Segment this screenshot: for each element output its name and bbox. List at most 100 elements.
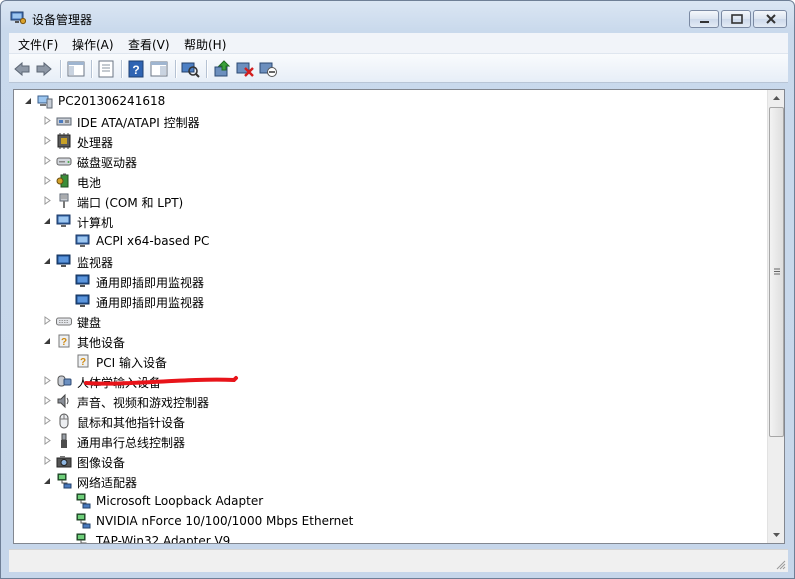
disable-device-button[interactable]: [258, 59, 278, 79]
tree-node[interactable]: 通用串行总线控制器: [14, 431, 764, 451]
collapse-triangle-icon[interactable]: [43, 336, 52, 345]
close-button[interactable]: [753, 10, 787, 28]
resize-grip-icon[interactable]: [776, 560, 786, 570]
tree-node[interactable]: 端口 (COM 和 LPT): [14, 191, 764, 211]
battery-icon: [56, 173, 69, 188]
expand-triangle-icon[interactable]: [43, 416, 52, 425]
forward-icon: [36, 61, 52, 77]
tree-node-label: 其他设备: [77, 336, 126, 350]
tree-node[interactable]: ? 其他设备: [14, 331, 764, 351]
properties-icon: [98, 60, 114, 78]
expand-triangle-icon[interactable]: [43, 436, 52, 445]
device-tree[interactable]: PC201306241618 IDE ATA/ATAPI 控制器 处理器磁盘驱动器电…: [13, 89, 785, 544]
expand-triangle-icon[interactable]: [43, 136, 52, 145]
tree-node[interactable]: IDE ATA/ATAPI 控制器: [14, 111, 764, 131]
tree-node[interactable]: 计算机: [14, 211, 764, 231]
tree-node-label: 鼠标和其他指针设备: [77, 416, 186, 430]
svg-text:?: ?: [61, 337, 67, 348]
status-bar: [9, 549, 788, 572]
title-bar[interactable]: 设备管理器: [1, 1, 794, 33]
properties-button[interactable]: [96, 59, 116, 79]
tree-node[interactable]: 通用即插即用监视器: [14, 291, 764, 311]
scan-hardware-button[interactable]: [180, 59, 200, 79]
ide-controller-icon: [56, 117, 72, 126]
device-manager-window: 设备管理器 文件(F) 操作(A) 查看(V) 帮助(H) ? PC201306…: [0, 0, 795, 579]
unknown-device-icon: ?: [77, 354, 89, 368]
network-icon: [76, 493, 91, 509]
maximize-button[interactable]: [721, 10, 751, 28]
port-icon: [59, 193, 69, 208]
menu-help[interactable]: 帮助(H): [184, 36, 226, 53]
scroll-up-icon[interactable]: [768, 90, 785, 107]
expand-triangle-icon[interactable]: [43, 316, 52, 325]
tree-node[interactable]: 声音、视频和游戏控制器: [14, 391, 764, 411]
sound-icon: [57, 393, 69, 409]
menu-bar: 文件(F) 操作(A) 查看(V) 帮助(H): [9, 33, 788, 53]
tree-node[interactable]: 电池: [14, 171, 764, 191]
tree-node-label: 磁盘驱动器: [77, 156, 138, 170]
tree-node[interactable]: Microsoft Loopback Adapter: [14, 491, 764, 511]
tree-node-label: 处理器: [77, 136, 114, 150]
minimize-button[interactable]: [689, 10, 719, 28]
tree-node-label: PC201306241618: [58, 94, 166, 108]
uninstall-button[interactable]: [235, 59, 255, 79]
scroll-thumb[interactable]: [769, 107, 784, 437]
tree-node[interactable]: ? PCI 输入设备: [14, 351, 764, 371]
show-hide-console-tree-icon: [67, 61, 85, 77]
expand-triangle-icon[interactable]: [43, 156, 52, 165]
menu-file[interactable]: 文件(F): [18, 36, 58, 53]
tree-node[interactable]: PC201306241618: [14, 91, 764, 111]
back-button[interactable]: [12, 59, 32, 79]
tree-node-label: NVIDIA nForce 10/100/1000 Mbps Ethernet: [96, 514, 354, 528]
collapse-triangle-icon[interactable]: [43, 256, 52, 265]
expand-triangle-icon[interactable]: [43, 176, 52, 185]
collapse-triangle-icon[interactable]: [24, 96, 33, 105]
tree-node[interactable]: TAP-Win32 Adapter V9: [14, 531, 764, 543]
tree-node[interactable]: 鼠标和其他指针设备: [14, 411, 764, 431]
tree-node[interactable]: 监视器: [14, 251, 764, 271]
tree-node-label: 监视器: [77, 256, 114, 270]
action-pane-icon: [150, 61, 168, 77]
tree-node[interactable]: NVIDIA nForce 10/100/1000 Mbps Ethernet: [14, 511, 764, 531]
camera-icon: [56, 456, 72, 468]
network-icon: [76, 533, 87, 543]
network-icon: [57, 473, 72, 489]
menu-action[interactable]: 操作(A): [72, 36, 114, 53]
menu-view[interactable]: 查看(V): [128, 36, 170, 53]
tree-node[interactable]: ACPI x64-based PC: [14, 231, 764, 251]
update-driver-button[interactable]: [212, 59, 232, 79]
expand-triangle-icon[interactable]: [43, 196, 52, 205]
expand-triangle-icon[interactable]: [43, 376, 52, 385]
tree-node-label: 计算机: [77, 216, 114, 230]
collapse-triangle-icon[interactable]: [43, 476, 52, 485]
tree-node[interactable]: 网络适配器: [14, 471, 764, 491]
forward-button[interactable]: [34, 59, 54, 79]
tree-node[interactable]: 处理器: [14, 131, 764, 151]
mouse-icon: [59, 413, 69, 429]
tree-node[interactable]: 通用即插即用监视器: [14, 271, 764, 291]
vertical-scrollbar[interactable]: [767, 90, 784, 543]
action-pane-button[interactable]: [149, 59, 169, 79]
back-icon: [14, 61, 30, 77]
scroll-down-icon[interactable]: [768, 526, 785, 543]
red-annotation-underline: [84, 376, 238, 386]
collapse-triangle-icon[interactable]: [43, 216, 52, 225]
tree-node[interactable]: 磁盘驱动器: [14, 151, 764, 171]
hid-icon: [57, 375, 72, 387]
close-icon: [766, 14, 776, 24]
uninstall-icon: [236, 62, 254, 77]
tree-node-label: IDE ATA/ATAPI 控制器: [77, 116, 200, 130]
expand-triangle-icon[interactable]: [43, 456, 52, 465]
tree-node-label: 网络适配器: [77, 476, 138, 490]
toolbar: ?: [9, 53, 788, 83]
expand-triangle-icon[interactable]: [43, 396, 52, 405]
computer-icon: [75, 234, 90, 247]
monitor-icon: [75, 294, 90, 307]
expand-triangle-icon[interactable]: [43, 116, 52, 125]
help-button[interactable]: ?: [126, 59, 146, 79]
console-tree-button[interactable]: [66, 59, 86, 79]
tree-node[interactable]: 图像设备: [14, 451, 764, 471]
unknown-device-icon: ?: [58, 334, 70, 348]
device-manager-icon: [10, 11, 26, 25]
tree-node[interactable]: 键盘: [14, 311, 764, 331]
